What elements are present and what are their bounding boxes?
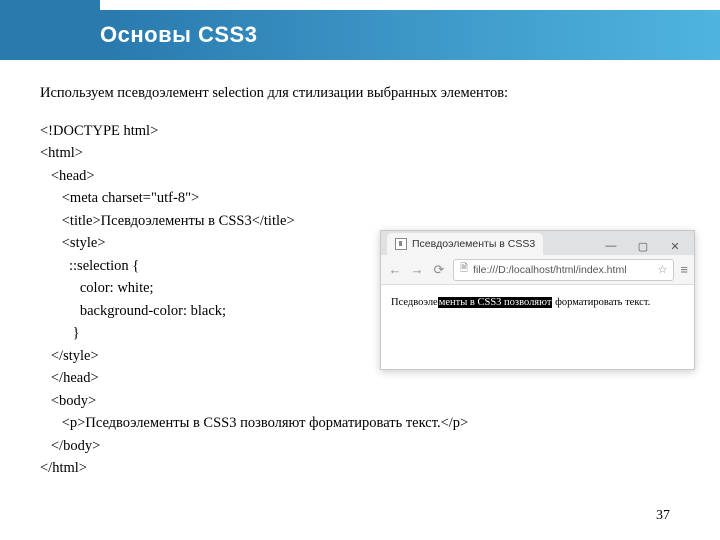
code-line: <title>Псевдоэлементы в CSS3</title> [40, 213, 295, 229]
code-line: </body> [40, 438, 100, 454]
body-text-selected: менты в CSS3 позволяют [438, 297, 553, 308]
browser-window: Псевдоэлементы в CSS3 — ▢ ✕ ← → ⟳ 🗎 file… [380, 230, 695, 370]
bookmark-icon[interactable]: ☆ [658, 263, 668, 276]
close-button[interactable]: ✕ [660, 237, 690, 255]
code-line: <html> [40, 145, 83, 161]
code-line: ::selection { [40, 258, 139, 274]
menu-button[interactable]: ≡ [680, 262, 688, 277]
browser-viewport: Пседвоэлементы в CSS3 позволяют форматир… [381, 285, 694, 320]
forward-button[interactable]: → [409, 262, 425, 278]
slide-header: Основы CSS3 [0, 0, 720, 70]
window-controls: — ▢ ✕ [596, 237, 694, 255]
code-line: <meta charset="utf-8"> [40, 190, 199, 206]
code-line: color: white; [40, 280, 154, 296]
tab-title: Псевдоэлементы в CSS3 [412, 238, 535, 250]
url-text: file:///D:/localhost/html/index.html [473, 264, 626, 276]
reload-button[interactable]: ⟳ [431, 262, 447, 278]
code-line: <body> [40, 393, 96, 409]
title-bar: Основы CSS3 [0, 10, 720, 60]
minimize-button[interactable]: — [596, 237, 626, 255]
code-line: background-color: black; [40, 303, 226, 319]
intro-text: Используем псевдоэлемент selection для с… [40, 85, 680, 102]
address-bar[interactable]: 🗎 file:///D:/localhost/html/index.html ☆ [453, 259, 674, 281]
body-text-suffix: форматировать текст. [552, 297, 650, 308]
browser-toolbar: ← → ⟳ 🗎 file:///D:/localhost/html/index.… [381, 255, 694, 285]
browser-tab[interactable]: Псевдоэлементы в CSS3 [387, 233, 543, 255]
code-line: <head> [40, 168, 95, 184]
code-line: <style> [40, 235, 106, 251]
code-line: </style> [40, 348, 99, 364]
maximize-button[interactable]: ▢ [628, 237, 658, 255]
page-number: 37 [656, 508, 670, 524]
page-title: Основы CSS3 [100, 22, 257, 48]
code-line: <p>Пседвоэлементы в CSS3 позволяют форма… [40, 415, 468, 431]
code-line: <!DOCTYPE html> [40, 123, 158, 139]
code-line: </html> [40, 460, 87, 476]
back-button[interactable]: ← [387, 262, 403, 278]
body-text-prefix: Пседвоэле [391, 297, 438, 308]
file-icon: 🗎 [460, 261, 468, 278]
browser-tabstrip: Псевдоэлементы в CSS3 — ▢ ✕ [381, 231, 694, 255]
code-line: </head> [40, 370, 99, 386]
code-line: } [40, 325, 80, 341]
favicon-icon [395, 238, 407, 250]
